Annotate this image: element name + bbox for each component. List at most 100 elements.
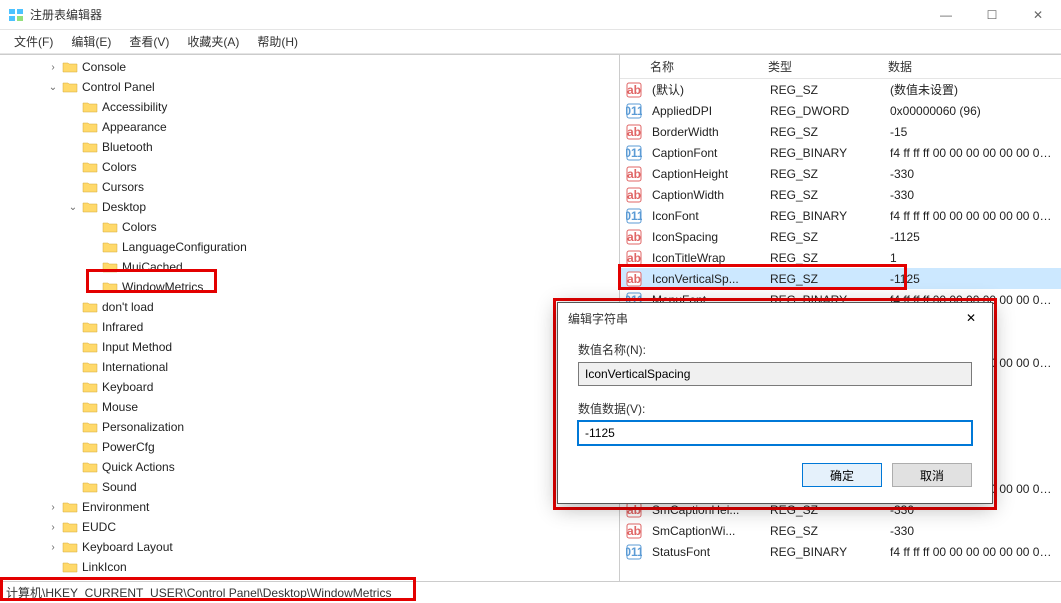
expander-placeholder bbox=[66, 440, 80, 454]
folder-icon bbox=[82, 100, 98, 114]
collapse-icon[interactable]: ⌄ bbox=[66, 200, 80, 214]
value-row[interactable]: abCaptionWidthREG_SZ-330 bbox=[620, 184, 1061, 205]
value-row[interactable]: 011IconFontREG_BINARYf4 ff ff ff 00 00 0… bbox=[620, 205, 1061, 226]
menu-view[interactable]: 查看(V) bbox=[121, 31, 177, 52]
folder-icon bbox=[82, 440, 98, 454]
value-data-cell: 1 bbox=[884, 251, 1061, 265]
cancel-button[interactable]: 取消 bbox=[892, 463, 972, 487]
expander-placeholder bbox=[86, 220, 100, 234]
tree-item[interactable]: Keyboard bbox=[0, 377, 619, 397]
tree-item[interactable]: Infrared bbox=[0, 317, 619, 337]
expander-placeholder bbox=[66, 360, 80, 374]
tree-item[interactable]: ⌄Control Panel bbox=[0, 77, 619, 97]
value-data-cell: 0x00000060 (96) bbox=[884, 104, 1061, 118]
tree-item[interactable]: WindowMetrics bbox=[0, 277, 619, 297]
tree-item[interactable]: LinkIcon bbox=[0, 557, 619, 577]
col-name-header[interactable]: 名称 bbox=[644, 58, 762, 75]
ok-button[interactable]: 确定 bbox=[802, 463, 882, 487]
menu-file[interactable]: 文件(F) bbox=[6, 31, 61, 52]
value-row[interactable]: abSmCaptionWi...REG_SZ-330 bbox=[620, 520, 1061, 541]
tree-item[interactable]: Colors bbox=[0, 217, 619, 237]
expand-icon[interactable]: › bbox=[46, 60, 60, 74]
dialog-close-button[interactable]: ✕ bbox=[956, 307, 986, 329]
tree-item-label: LinkIcon bbox=[82, 560, 127, 574]
tree-item-label: Keyboard bbox=[102, 380, 153, 394]
tree-item[interactable]: Accessibility bbox=[0, 97, 619, 117]
tree-item[interactable]: don't load bbox=[0, 297, 619, 317]
tree-item[interactable]: Personalization bbox=[0, 417, 619, 437]
value-row[interactable]: 011StatusFontREG_BINARYf4 ff ff ff 00 00… bbox=[620, 541, 1061, 562]
tree-item-label: EUDC bbox=[82, 520, 116, 534]
expand-icon[interactable]: › bbox=[46, 520, 60, 534]
tree-item[interactable]: Quick Actions bbox=[0, 457, 619, 477]
tree-item[interactable]: ›Environment bbox=[0, 497, 619, 517]
binary-value-icon: 011 bbox=[626, 103, 642, 119]
value-data-cell: -330 bbox=[884, 524, 1061, 538]
tree-item-label: Bluetooth bbox=[102, 140, 153, 154]
tree-item[interactable]: International bbox=[0, 357, 619, 377]
tree-item[interactable]: Colors bbox=[0, 157, 619, 177]
expander-placeholder bbox=[66, 320, 80, 334]
tree-item[interactable]: Cursors bbox=[0, 177, 619, 197]
tree-item[interactable]: › EUDC bbox=[0, 517, 619, 537]
value-row[interactable]: 011AppliedDPIREG_DWORD0x00000060 (96) bbox=[620, 100, 1061, 121]
col-data-header[interactable]: 数据 bbox=[882, 58, 1061, 75]
folder-icon bbox=[82, 360, 98, 374]
titlebar: 注册表编辑器 — ☐ ✕ bbox=[0, 0, 1061, 30]
tree-item[interactable]: › Console bbox=[0, 57, 619, 77]
tree-item-label: Accessibility bbox=[102, 100, 167, 114]
tree-item-label: Desktop bbox=[102, 200, 146, 214]
menu-help[interactable]: 帮助(H) bbox=[249, 31, 306, 52]
tree-item[interactable]: ⌄ Desktop bbox=[0, 197, 619, 217]
tree-item[interactable]: Sound bbox=[0, 477, 619, 497]
svg-text:ab: ab bbox=[627, 251, 641, 265]
svg-text:ab: ab bbox=[627, 272, 641, 286]
value-row[interactable]: abIconSpacingREG_SZ-1125 bbox=[620, 226, 1061, 247]
tree-item[interactable]: Appearance bbox=[0, 117, 619, 137]
string-value-icon: ab bbox=[626, 82, 642, 98]
value-row[interactable]: abIconTitleWrapREG_SZ1 bbox=[620, 247, 1061, 268]
svg-text:ab: ab bbox=[627, 125, 641, 139]
dialog-title: 编辑字符串 bbox=[558, 303, 992, 333]
value-row[interactable]: abCaptionHeightREG_SZ-330 bbox=[620, 163, 1061, 184]
collapse-icon[interactable]: ⌄ bbox=[46, 80, 60, 94]
svg-text:ab: ab bbox=[627, 230, 641, 244]
menu-edit[interactable]: 编辑(E) bbox=[63, 31, 119, 52]
tree-item[interactable]: PowerCfg bbox=[0, 437, 619, 457]
string-value-icon: ab bbox=[626, 187, 642, 203]
tree-item[interactable]: Mouse bbox=[0, 397, 619, 417]
value-row[interactable]: ab(默认)REG_SZ(数值未设置) bbox=[620, 79, 1061, 100]
tree-item-label: Sound bbox=[102, 480, 137, 494]
value-row[interactable]: abBorderWidthREG_SZ-15 bbox=[620, 121, 1061, 142]
expander-placeholder bbox=[66, 100, 80, 114]
expand-icon[interactable]: › bbox=[46, 540, 60, 554]
folder-icon bbox=[82, 400, 98, 414]
col-type-header[interactable]: 类型 bbox=[762, 58, 882, 75]
tree-item[interactable]: LanguageConfiguration bbox=[0, 237, 619, 257]
tree-item-label: Keyboard Layout bbox=[82, 540, 173, 554]
value-name-input[interactable] bbox=[578, 362, 972, 386]
value-row[interactable]: 011CaptionFontREG_BINARYf4 ff ff ff 00 0… bbox=[620, 142, 1061, 163]
value-type-cell: REG_SZ bbox=[764, 188, 884, 202]
window-title: 注册表编辑器 bbox=[30, 6, 923, 23]
expand-icon[interactable]: › bbox=[46, 500, 60, 514]
menu-favorites[interactable]: 收藏夹(A) bbox=[179, 31, 247, 52]
tree-item[interactable]: Input Method bbox=[0, 337, 619, 357]
tree-item[interactable]: MuiCached bbox=[0, 257, 619, 277]
maximize-button[interactable]: ☐ bbox=[969, 0, 1015, 30]
close-button[interactable]: ✕ bbox=[1015, 0, 1061, 30]
tree-item-label: Console bbox=[82, 60, 126, 74]
expander-placeholder bbox=[86, 280, 100, 294]
tree-item[interactable]: › Keyboard Layout bbox=[0, 537, 619, 557]
value-data-input[interactable] bbox=[578, 421, 972, 445]
folder-icon bbox=[62, 540, 78, 554]
tree-pane[interactable]: › Console ⌄Control Panel Accessibility Appea… bbox=[0, 55, 620, 581]
value-type-cell: REG_SZ bbox=[764, 503, 884, 517]
value-row[interactable]: abIconVerticalSp...REG_SZ-1125 bbox=[620, 268, 1061, 289]
svg-text:011: 011 bbox=[626, 545, 642, 559]
folder-icon bbox=[82, 180, 98, 194]
tree-item-label: Mouse bbox=[102, 400, 138, 414]
minimize-button[interactable]: — bbox=[923, 0, 969, 30]
value-type-cell: REG_BINARY bbox=[764, 545, 884, 559]
tree-item[interactable]: Bluetooth bbox=[0, 137, 619, 157]
